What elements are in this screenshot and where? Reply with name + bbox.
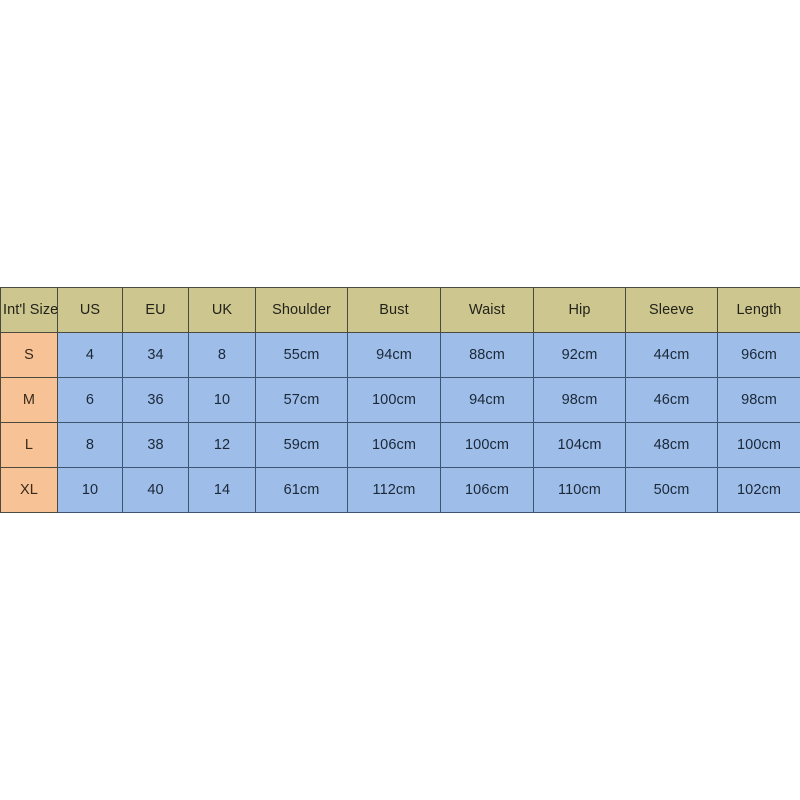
cell-hip: 104cm	[533, 422, 626, 468]
cell-us: 6	[57, 377, 123, 423]
cell-size: S	[0, 332, 58, 378]
cell-size: L	[0, 422, 58, 468]
column-header-sleeve: Sleeve	[625, 287, 718, 333]
cell-shoulder: 55cm	[255, 332, 348, 378]
cell-bust: 94cm	[347, 332, 441, 378]
table-row: L 8 38 12 59cm 106cm 100cm 104cm 48cm 10…	[0, 422, 800, 468]
column-header-bust: Bust	[347, 287, 441, 333]
column-header-intl-size: Int'l Size	[0, 287, 58, 333]
cell-hip: 92cm	[533, 332, 626, 378]
cell-uk: 12	[188, 422, 256, 468]
cell-us: 10	[57, 467, 123, 513]
cell-sleeve: 50cm	[625, 467, 718, 513]
cell-uk: 8	[188, 332, 256, 378]
cell-shoulder: 61cm	[255, 467, 348, 513]
cell-uk: 10	[188, 377, 256, 423]
cell-waist: 94cm	[440, 377, 534, 423]
cell-us: 4	[57, 332, 123, 378]
cell-length: 96cm	[717, 332, 800, 378]
cell-hip: 110cm	[533, 467, 626, 513]
cell-waist: 106cm	[440, 467, 534, 513]
size-chart-table: Int'l Size US EU UK Shoulder Bust Waist …	[0, 287, 800, 513]
column-header-length: Length	[717, 287, 800, 333]
cell-bust: 106cm	[347, 422, 441, 468]
column-header-waist: Waist	[440, 287, 534, 333]
cell-sleeve: 48cm	[625, 422, 718, 468]
cell-length: 102cm	[717, 467, 800, 513]
cell-eu: 38	[122, 422, 189, 468]
cell-sleeve: 46cm	[625, 377, 718, 423]
column-header-uk: UK	[188, 287, 256, 333]
cell-uk: 14	[188, 467, 256, 513]
cell-us: 8	[57, 422, 123, 468]
cell-shoulder: 57cm	[255, 377, 348, 423]
table-header-row: Int'l Size US EU UK Shoulder Bust Waist …	[0, 287, 800, 333]
cell-waist: 88cm	[440, 332, 534, 378]
cell-length: 98cm	[717, 377, 800, 423]
cell-bust: 100cm	[347, 377, 441, 423]
cell-hip: 98cm	[533, 377, 626, 423]
cell-eu: 34	[122, 332, 189, 378]
column-header-eu: EU	[122, 287, 189, 333]
column-header-us: US	[57, 287, 123, 333]
column-header-hip: Hip	[533, 287, 626, 333]
column-header-shoulder: Shoulder	[255, 287, 348, 333]
cell-size: M	[0, 377, 58, 423]
cell-eu: 40	[122, 467, 189, 513]
cell-waist: 100cm	[440, 422, 534, 468]
table-row: XL 10 40 14 61cm 112cm 106cm 110cm 50cm …	[0, 467, 800, 513]
cell-shoulder: 59cm	[255, 422, 348, 468]
table-row: S 4 34 8 55cm 94cm 88cm 92cm 44cm 96cm	[0, 332, 800, 378]
cell-bust: 112cm	[347, 467, 441, 513]
table-row: M 6 36 10 57cm 100cm 94cm 98cm 46cm 98cm	[0, 377, 800, 423]
cell-size: XL	[0, 467, 58, 513]
cell-eu: 36	[122, 377, 189, 423]
cell-sleeve: 44cm	[625, 332, 718, 378]
size-chart-container: Int'l Size US EU UK Shoulder Bust Waist …	[0, 287, 800, 513]
cell-length: 100cm	[717, 422, 800, 468]
